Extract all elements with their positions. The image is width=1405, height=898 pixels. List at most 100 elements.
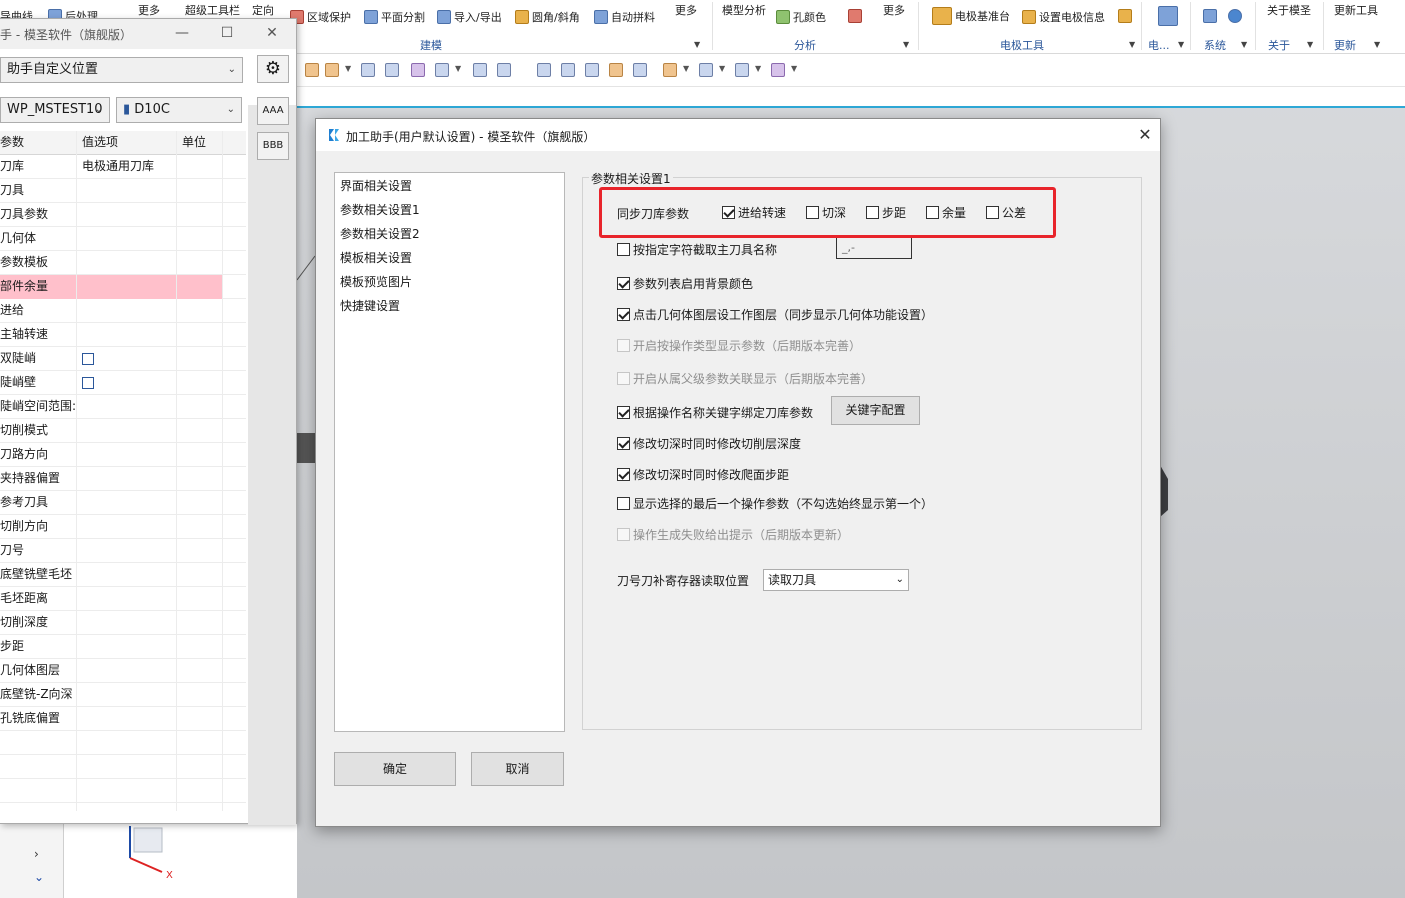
param-value[interactable] <box>77 755 177 779</box>
wcs-icon[interactable] <box>771 63 785 77</box>
table-row[interactable]: 孔铣底偏置 <box>0 707 246 731</box>
shaded-cube-icon[interactable] <box>735 63 749 77</box>
checkbox[interactable] <box>617 497 630 510</box>
checkbox[interactable] <box>617 406 630 419</box>
checkbox[interactable] <box>806 206 819 219</box>
fillet-chamfer-button[interactable]: 圆角/斜角 <box>515 9 580 25</box>
render-style-icon[interactable] <box>699 63 713 77</box>
sync-checkbox[interactable]: 进给转速 <box>722 204 786 221</box>
table-row[interactable]: 陡峭空间范围: <box>0 395 246 419</box>
chevron-down-icon[interactable]: ▼ <box>455 64 461 73</box>
chevron-down-icon[interactable]: ▼ <box>1129 40 1135 49</box>
nav-item[interactable]: 参数相关设置2 <box>340 225 420 242</box>
param-value[interactable] <box>77 275 177 299</box>
tool-combo[interactable]: ▮ D10C ⌄ <box>116 97 242 123</box>
table-row[interactable]: 陡峭壁 <box>0 371 246 395</box>
eraser-icon[interactable] <box>473 63 487 77</box>
chevron-down-icon[interactable]: ⌄ <box>34 870 44 884</box>
param-value[interactable] <box>77 467 177 491</box>
table-row[interactable]: 进给 <box>0 299 246 323</box>
table-row[interactable]: 切削深度 <box>0 611 246 635</box>
option-checkbox[interactable]: 根据操作名称关键字绑定刀库参数 <box>617 404 813 421</box>
table-row[interactable]: 参考刀具 <box>0 491 246 515</box>
param-value[interactable] <box>77 707 177 731</box>
param-value[interactable] <box>77 203 177 227</box>
table-row[interactable] <box>0 755 246 779</box>
param-value[interactable] <box>77 611 177 635</box>
nav-item[interactable]: 界面相关设置 <box>340 177 412 194</box>
param-value[interactable] <box>77 347 177 371</box>
param-value[interactable] <box>77 803 177 811</box>
param-value[interactable] <box>77 539 177 563</box>
set-electrode-info-button[interactable]: 设置电极信息 <box>1022 9 1105 25</box>
system-tool-button[interactable] <box>1203 9 1217 23</box>
more-button-1[interactable]: 更多 <box>138 2 160 18</box>
workpiece-combo[interactable]: WP_MSTEST10 ⌄ <box>0 97 110 123</box>
option-checkbox[interactable]: 显示选择的最后一个操作参数（不勾选始终显示第一个） <box>617 495 933 512</box>
position-combo[interactable]: 助手自定义位置 ⌄ <box>0 57 243 83</box>
about-mosheng-button[interactable]: 关于模圣 <box>1267 2 1311 18</box>
more-button-2[interactable]: 更多 <box>675 2 697 18</box>
orient-button[interactable]: 定向 <box>252 2 274 18</box>
perspective-icon[interactable] <box>633 63 647 77</box>
param-value[interactable] <box>77 563 177 587</box>
pick-point-icon[interactable] <box>411 63 425 77</box>
option-checkbox[interactable]: 修改切深时同时修改切削层深度 <box>617 435 801 452</box>
table-row[interactable]: 刀库 电极通用刀库 <box>0 155 246 179</box>
chevron-down-icon[interactable]: ▼ <box>791 64 797 73</box>
move-handle-icon[interactable] <box>361 63 375 77</box>
chevron-down-icon[interactable]: ▼ <box>1241 40 1247 49</box>
plane-split-button[interactable]: 平面分割 <box>364 9 425 25</box>
param-value[interactable] <box>77 515 177 539</box>
rotate-handle-icon[interactable] <box>385 63 399 77</box>
checkbox[interactable] <box>866 206 879 219</box>
select-rect-icon[interactable] <box>435 63 449 77</box>
fit-view-icon[interactable] <box>537 63 551 77</box>
chevron-down-icon[interactable]: ▼ <box>1307 40 1313 49</box>
option-checkbox[interactable]: 点击几何体图层设工作图层（同步显示几何体功能设置） <box>617 306 933 323</box>
bbb-button[interactable]: BBB <box>257 132 289 160</box>
table-row[interactable] <box>0 779 246 803</box>
table-row[interactable]: 夹持器偏置 <box>0 467 246 491</box>
param-value[interactable] <box>77 491 177 515</box>
param-value[interactable] <box>77 587 177 611</box>
pan-icon[interactable] <box>609 63 623 77</box>
keyword-config-button[interactable]: 关键字配置 <box>831 396 920 425</box>
help-button[interactable] <box>1228 9 1242 23</box>
param-value[interactable] <box>77 635 177 659</box>
option-checkbox[interactable]: 参数列表启用背景颜色 <box>617 275 753 292</box>
table-row[interactable]: 主轴转速 <box>0 323 246 347</box>
param-checkbox[interactable] <box>82 352 94 365</box>
chevron-down-icon[interactable]: ▼ <box>1374 40 1380 49</box>
checkbox[interactable] <box>617 437 630 450</box>
param-value[interactable] <box>77 227 177 251</box>
nav-item[interactable]: 模板相关设置 <box>340 249 412 266</box>
chevron-right-icon[interactable]: › <box>34 847 39 861</box>
table-row[interactable]: 参数模板 <box>0 251 246 275</box>
param-value[interactable] <box>77 443 177 467</box>
checkbox[interactable] <box>617 243 630 256</box>
param-value[interactable] <box>77 395 177 419</box>
option-checkbox[interactable]: 按指定字符截取主刀具名称 <box>617 241 777 258</box>
chevron-down-icon[interactable]: ▼ <box>1178 40 1184 49</box>
update-tool-button[interactable]: 更新工具 <box>1334 2 1378 18</box>
param-value[interactable] <box>77 683 177 707</box>
cancel-button[interactable]: 取消 <box>471 752 564 786</box>
grid-tool-button[interactable] <box>1158 6 1178 26</box>
param-value[interactable] <box>77 659 177 683</box>
table-row[interactable]: 切削模式 <box>0 419 246 443</box>
cube-icon[interactable] <box>497 63 511 77</box>
table-row[interactable]: 刀具 <box>0 179 246 203</box>
maximize-icon[interactable]: ☐ <box>215 23 239 43</box>
hole-color-button[interactable]: 孔颜色 <box>776 9 826 25</box>
table-row[interactable]: 底壁铣壁毛坯 <box>0 563 246 587</box>
hole-tool-button[interactable] <box>848 9 862 23</box>
option-checkbox[interactable]: 修改切深时同时修改爬面步距 <box>617 466 789 483</box>
table-row[interactable]: 底壁铣-Z向深 <box>0 683 246 707</box>
view-layout-icon[interactable] <box>663 63 677 77</box>
checkbox[interactable] <box>617 277 630 290</box>
checkbox[interactable] <box>722 206 735 219</box>
chevron-down-icon[interactable]: ▼ <box>719 64 725 73</box>
model-analysis-button[interactable]: 模型分析 <box>722 2 766 18</box>
table-row[interactable]: 刀路方向 <box>0 443 246 467</box>
